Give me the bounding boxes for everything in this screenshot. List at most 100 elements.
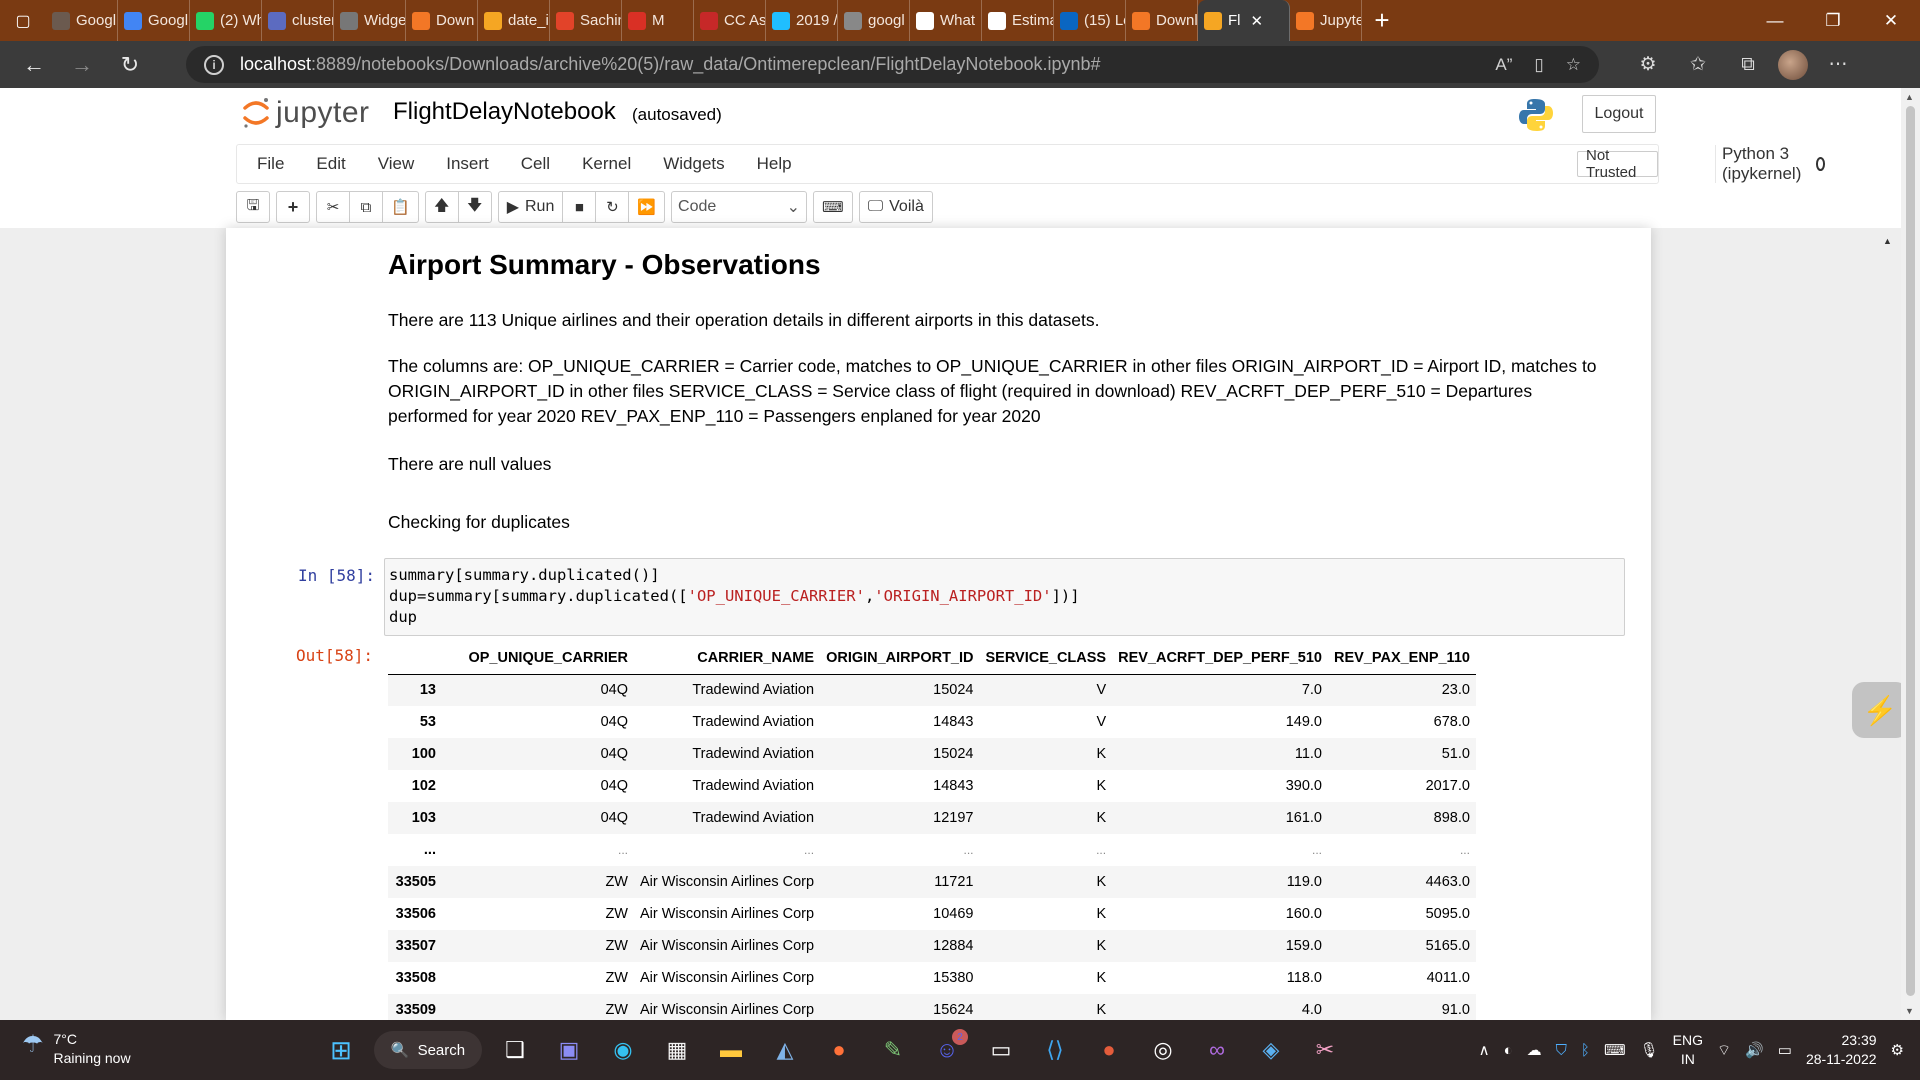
reader-view-icon[interactable]: ▯ xyxy=(1534,55,1543,75)
minimize-icon[interactable]: — xyxy=(1746,0,1804,41)
kernel-name[interactable]: Python 3 (ipykernel) xyxy=(1722,144,1806,184)
logout-button[interactable]: Logout xyxy=(1582,95,1656,133)
browser-tab[interactable]: Down xyxy=(406,0,478,41)
add-favorite-icon[interactable]: ☆ xyxy=(1566,55,1581,75)
tab-actions-icon[interactable]: ▢ xyxy=(0,0,46,41)
menu-widgets[interactable]: Widgets xyxy=(647,145,740,183)
browser-tab[interactable]: cluster xyxy=(262,0,334,41)
browser-tab[interactable]: date_i xyxy=(478,0,550,41)
browser-tab[interactable]: Googl xyxy=(46,0,118,41)
copy-icon[interactable]: ⧉ xyxy=(349,191,383,223)
battery-icon[interactable]: ▭ xyxy=(1778,1041,1792,1059)
run-button[interactable]: ▶ Run xyxy=(497,191,564,223)
restart-run-all-icon[interactable]: ⏩ xyxy=(628,191,666,223)
site-info-icon[interactable]: i xyxy=(204,54,224,75)
start-windows-icon[interactable]: ⊞ xyxy=(320,1029,362,1071)
interrupt-icon[interactable]: ■ xyxy=(562,191,597,223)
save-icon[interactable]: 🖫 xyxy=(236,191,270,223)
task-view-icon[interactable]: ❑ xyxy=(494,1029,536,1071)
gaming-icon[interactable]: ∞ xyxy=(1196,1029,1238,1071)
command-palette-icon[interactable]: ⌨ xyxy=(813,191,853,223)
taskbar-search-button[interactable]: 🔍 Search xyxy=(374,1031,482,1069)
vscode-icon[interactable]: ⟨⟩ xyxy=(1034,1029,1076,1071)
browser-tab[interactable]: (15) Le xyxy=(1054,0,1126,41)
close-tab-icon[interactable]: ✕ xyxy=(1251,12,1264,30)
floating-assistant-icon[interactable]: ⚡ xyxy=(1852,682,1901,738)
keyboard-icon[interactable]: ⌨ xyxy=(1604,1041,1626,1059)
back-icon[interactable]: ← xyxy=(10,41,58,88)
menu-cell[interactable]: Cell xyxy=(505,145,566,183)
browser-tab[interactable]: (2) Wh xyxy=(190,0,262,41)
move-down-icon[interactable]: 🡇 xyxy=(457,191,492,223)
browser-tab[interactable]: Jupyte xyxy=(1290,0,1362,41)
scrollbar-thumb[interactable] xyxy=(1906,106,1915,996)
onedrive-icon[interactable]: ☁ xyxy=(1527,1041,1542,1059)
sketch-app-icon[interactable]: ◈ xyxy=(1250,1029,1292,1071)
clock[interactable]: 23:39 28-11-2022 xyxy=(1806,1031,1877,1069)
photos-icon[interactable]: ◭ xyxy=(764,1029,806,1071)
collections-icon[interactable]: ⧉ xyxy=(1728,45,1768,85)
wifi-icon[interactable]: ⌔ xyxy=(1717,1041,1731,1060)
profile-avatar[interactable] xyxy=(1778,49,1808,80)
trust-status-button[interactable]: Not Trusted xyxy=(1577,147,1658,181)
microphone-icon[interactable]: 🎙 xyxy=(1640,1041,1659,1059)
store-icon[interactable]: ▦ xyxy=(656,1029,698,1071)
notifications-icon[interactable]: ⚙ xyxy=(1891,1041,1904,1059)
move-up-icon[interactable]: 🡅 xyxy=(424,191,459,223)
menu-kernel[interactable]: Kernel xyxy=(566,145,647,183)
menu-help[interactable]: Help xyxy=(741,145,808,183)
menu-insert[interactable]: Insert xyxy=(430,145,505,183)
forward-icon[interactable]: → xyxy=(58,41,106,88)
scroll-up-arrow-icon[interactable]: ▲ xyxy=(1905,92,1914,102)
teams-icon[interactable]: ▣ xyxy=(548,1029,590,1071)
discord-icon[interactable]: ☺ 2 xyxy=(926,1029,968,1071)
code-cell-editor[interactable]: summary[summary.duplicated()] dup=summar… xyxy=(384,558,1625,636)
firefox-icon[interactable]: ● xyxy=(818,1029,860,1071)
insert-cell-icon[interactable]: + xyxy=(276,191,310,223)
voila-button[interactable]: 🖵 Voilà xyxy=(858,191,933,223)
scroll-down-arrow-icon[interactable]: ▼ xyxy=(1905,1006,1914,1016)
edge-icon[interactable]: ◉ xyxy=(602,1029,644,1071)
bluetooth-icon[interactable]: ᛒ xyxy=(1581,1042,1590,1059)
terminal-icon[interactable]: ▭ xyxy=(980,1029,1022,1071)
close-window-icon[interactable]: ✕ xyxy=(1862,0,1920,41)
menu-view[interactable]: View xyxy=(362,145,431,183)
chrome-tray-icon[interactable]: ◐ xyxy=(1504,1042,1513,1059)
paste-icon[interactable]: 📋 xyxy=(382,191,419,223)
page-scrollbar[interactable]: ▲ ▼ xyxy=(1901,88,1920,1020)
obs-icon[interactable]: ◎ xyxy=(1142,1029,1184,1071)
notepad-icon[interactable]: ✎ xyxy=(872,1029,914,1071)
jupyter-logo[interactable]: jupyter xyxy=(242,96,370,130)
restart-icon[interactable]: ↻ xyxy=(595,191,630,223)
favorites-icon[interactable]: ✩ xyxy=(1678,45,1718,85)
browser-tab[interactable]: CC As xyxy=(694,0,766,41)
weather-widget[interactable]: ☂ 7°C Raining now xyxy=(22,1030,131,1068)
browser-tab[interactable]: Downl xyxy=(1126,0,1198,41)
reload-icon[interactable]: ↻ xyxy=(106,41,154,88)
language-indicator[interactable]: ENG IN xyxy=(1673,1031,1703,1069)
browser-tab[interactable]: What xyxy=(910,0,982,41)
browser-tab[interactable]: Fl ✕ xyxy=(1198,0,1290,41)
menu-file[interactable]: File xyxy=(237,145,300,183)
notebook-title[interactable]: FlightDelayNotebook xyxy=(393,98,616,126)
read-aloud-icon[interactable]: A” xyxy=(1495,55,1512,75)
menu-edit[interactable]: Edit xyxy=(300,145,361,183)
cell-type-select[interactable]: Code ⌄ xyxy=(671,191,808,223)
scroll-up-icon[interactable]: ▲ xyxy=(1883,236,1892,246)
browser-tab[interactable]: googl xyxy=(838,0,910,41)
browser-tab[interactable]: M xyxy=(622,0,694,41)
browser-tab[interactable]: Widge xyxy=(334,0,406,41)
file-explorer-icon[interactable]: ▬ xyxy=(710,1029,752,1071)
volume-icon[interactable]: 🔊 xyxy=(1745,1041,1764,1059)
browser-tab[interactable]: Googl xyxy=(118,0,190,41)
browser-tab[interactable]: 2019 / xyxy=(766,0,838,41)
show-hidden-icons-icon[interactable]: ∧ xyxy=(1479,1041,1490,1059)
browser-tab[interactable]: Sachin xyxy=(550,0,622,41)
more-menu-icon[interactable]: ⋯ xyxy=(1818,45,1858,85)
url-field[interactable]: i localhost:8889/notebooks/Downloads/arc… xyxy=(186,46,1599,83)
cut-icon[interactable]: ✂ xyxy=(316,191,350,223)
new-tab-button[interactable]: + xyxy=(1362,0,1402,41)
defender-icon[interactable]: ⛉ xyxy=(1556,1042,1567,1059)
restore-icon[interactable]: ❐ xyxy=(1804,0,1862,41)
powerpoint-icon[interactable]: ● xyxy=(1088,1029,1130,1071)
